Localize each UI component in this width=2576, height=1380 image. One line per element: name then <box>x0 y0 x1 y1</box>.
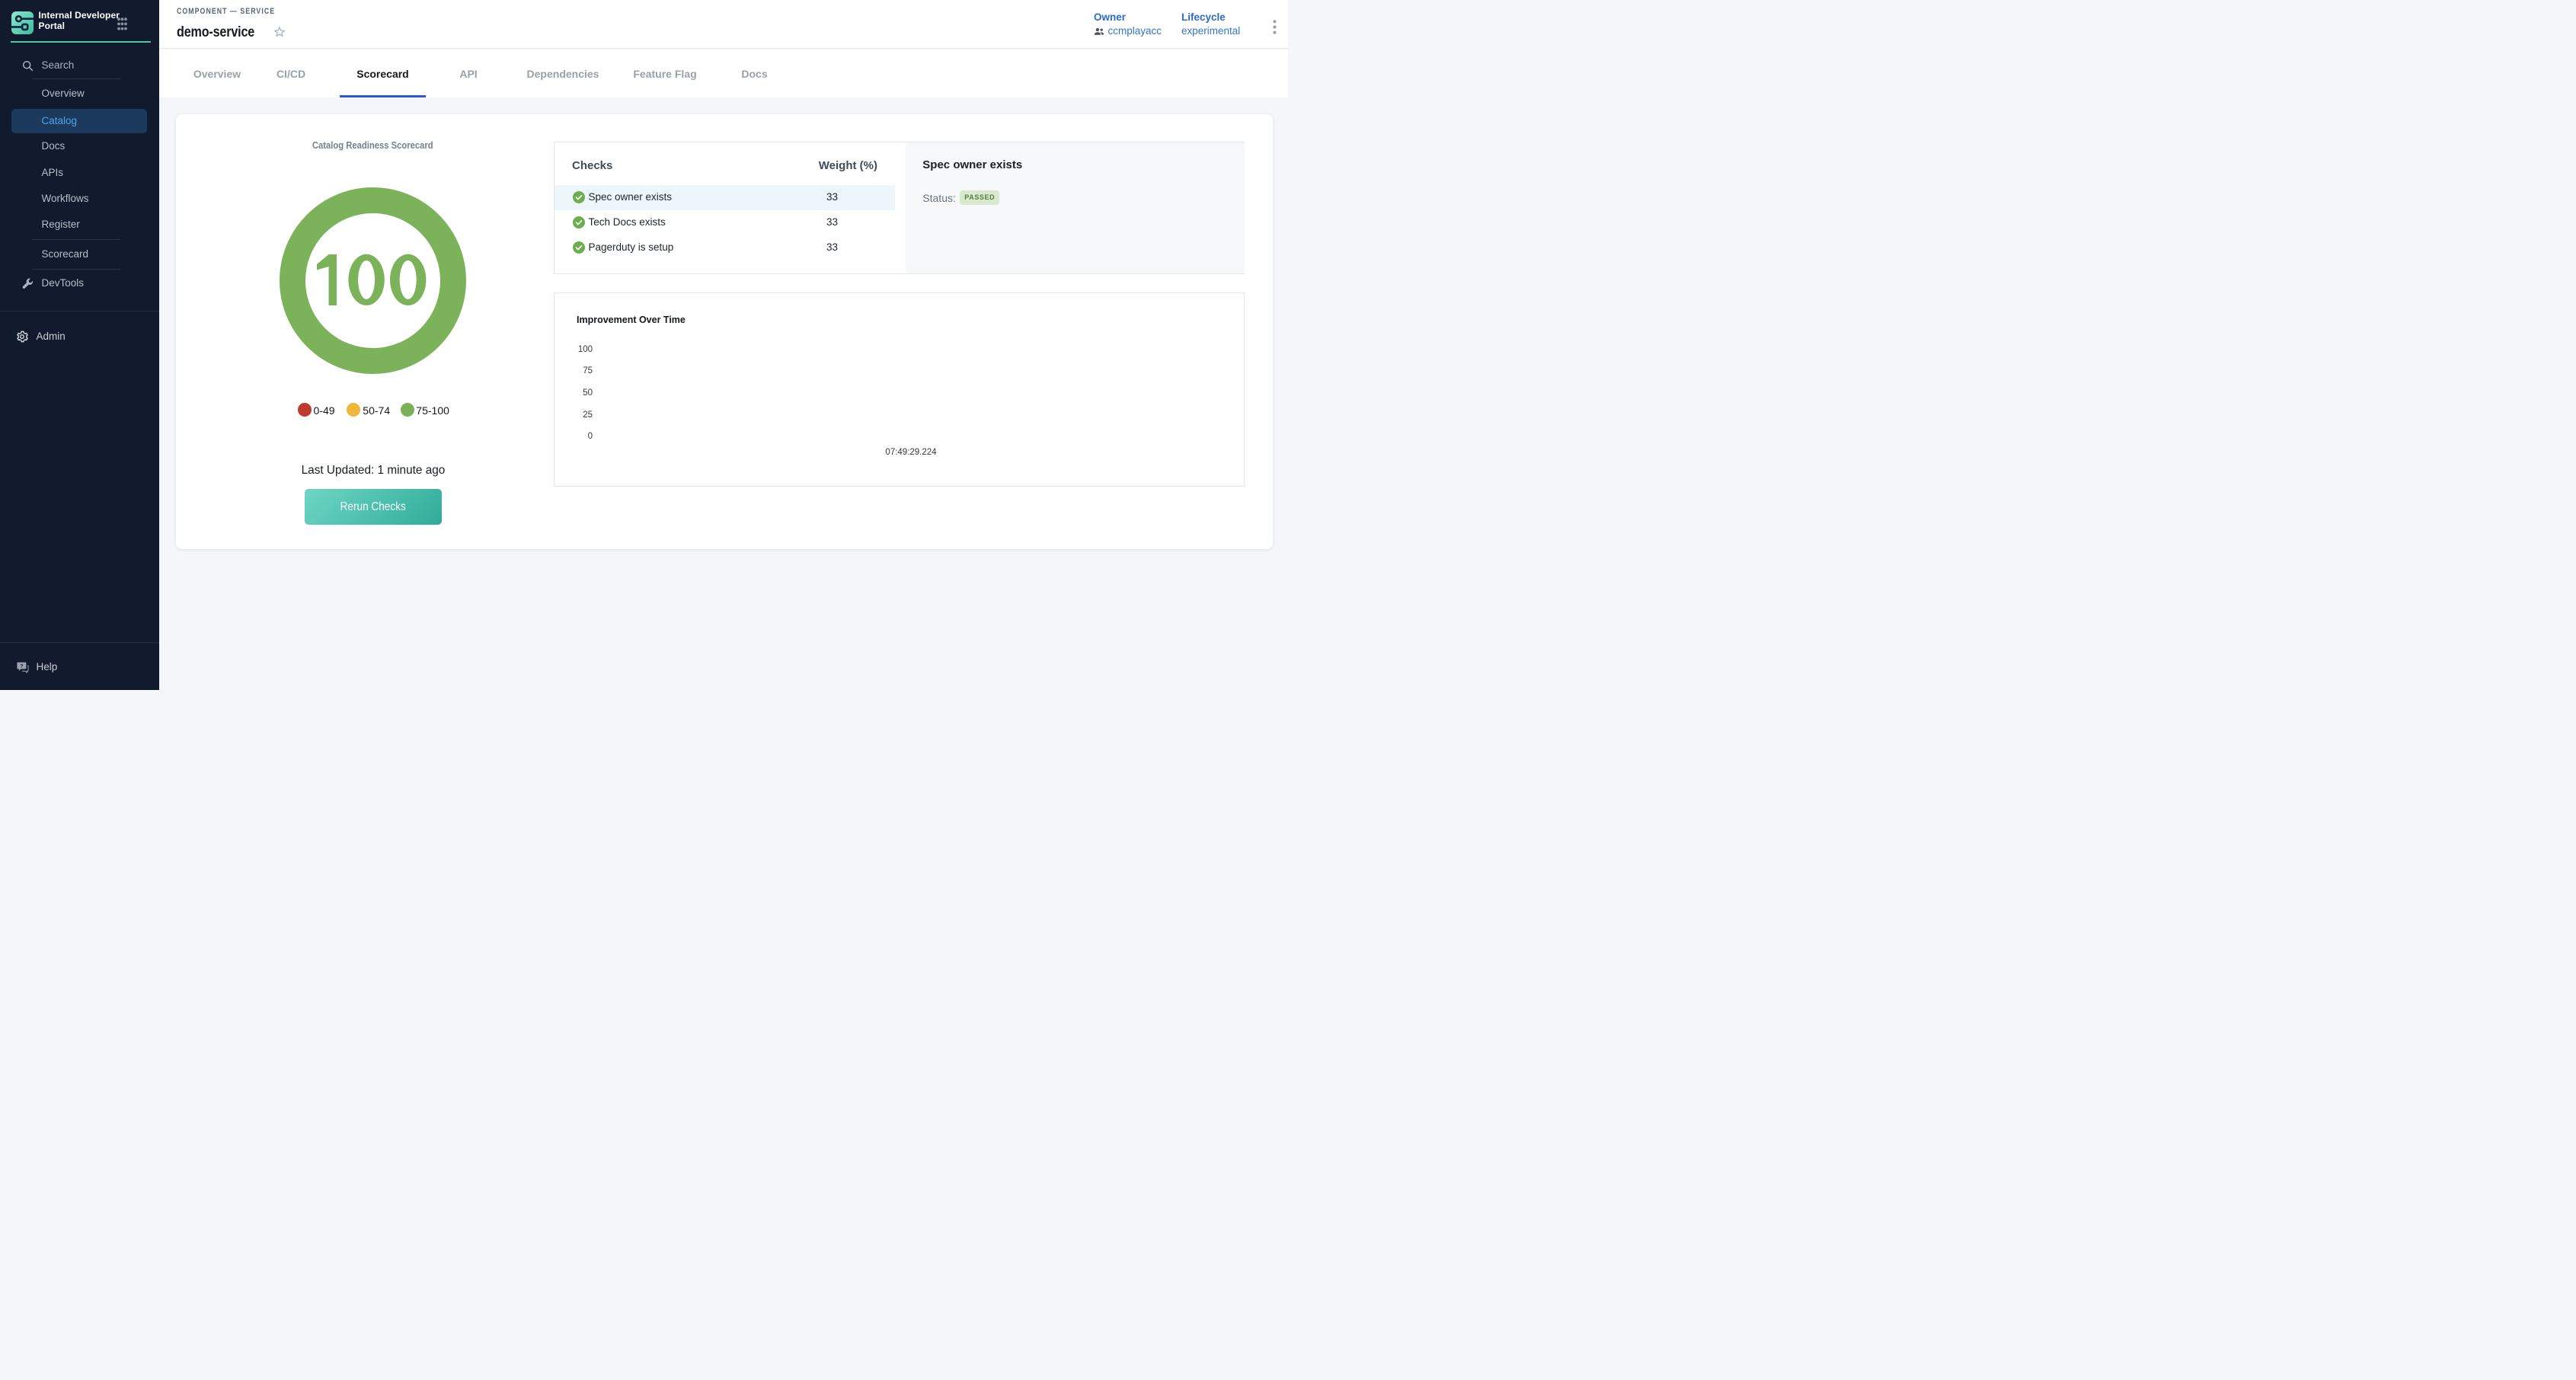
svg-text:?: ? <box>20 663 23 669</box>
